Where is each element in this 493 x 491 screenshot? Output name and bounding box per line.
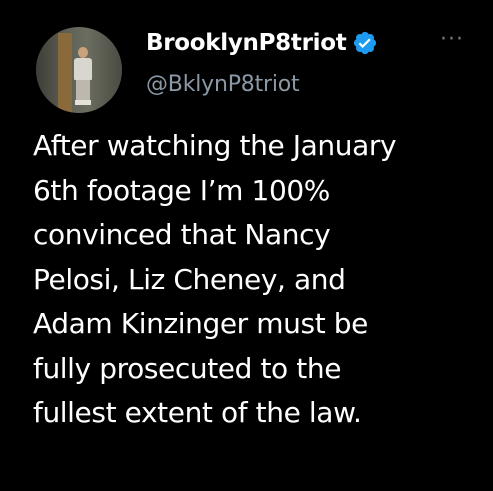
- handle[interactable]: @BklynP8triot: [146, 72, 300, 97]
- tweet-text-line: Pelosi, Liz Cheney, and: [33, 262, 346, 296]
- tweet-text-line: After watching the January: [33, 129, 397, 162]
- tweet-text: After watching the January 6th footage I…: [33, 124, 483, 436]
- author-name-row: BrooklynP8triot: [146, 30, 378, 56]
- avatar[interactable]: [36, 27, 122, 113]
- display-name[interactable]: BrooklynP8triot: [146, 30, 347, 56]
- avatar-person-body: [74, 58, 92, 80]
- avatar-person-head: [78, 47, 88, 58]
- tweet-text-line: fullest extent of the law.: [33, 396, 362, 429]
- tweet-text-line: 6th footage I’m 100%: [33, 173, 330, 207]
- avatar-person-legs: [76, 80, 90, 100]
- tweet-text-line: fully prosecuted to the: [33, 351, 342, 385]
- tweet-text-line: convinced that Nancy: [33, 218, 331, 251]
- tweet: BrooklynP8triot ··· @BklynP8triot After …: [0, 0, 493, 491]
- more-options-icon[interactable]: ···: [440, 29, 464, 51]
- avatar-door: [58, 33, 72, 113]
- verified-badge-icon: [352, 30, 378, 56]
- avatar-person-feet: [75, 100, 91, 105]
- tweet-text-line: Adam Kinzinger must be: [33, 307, 368, 340]
